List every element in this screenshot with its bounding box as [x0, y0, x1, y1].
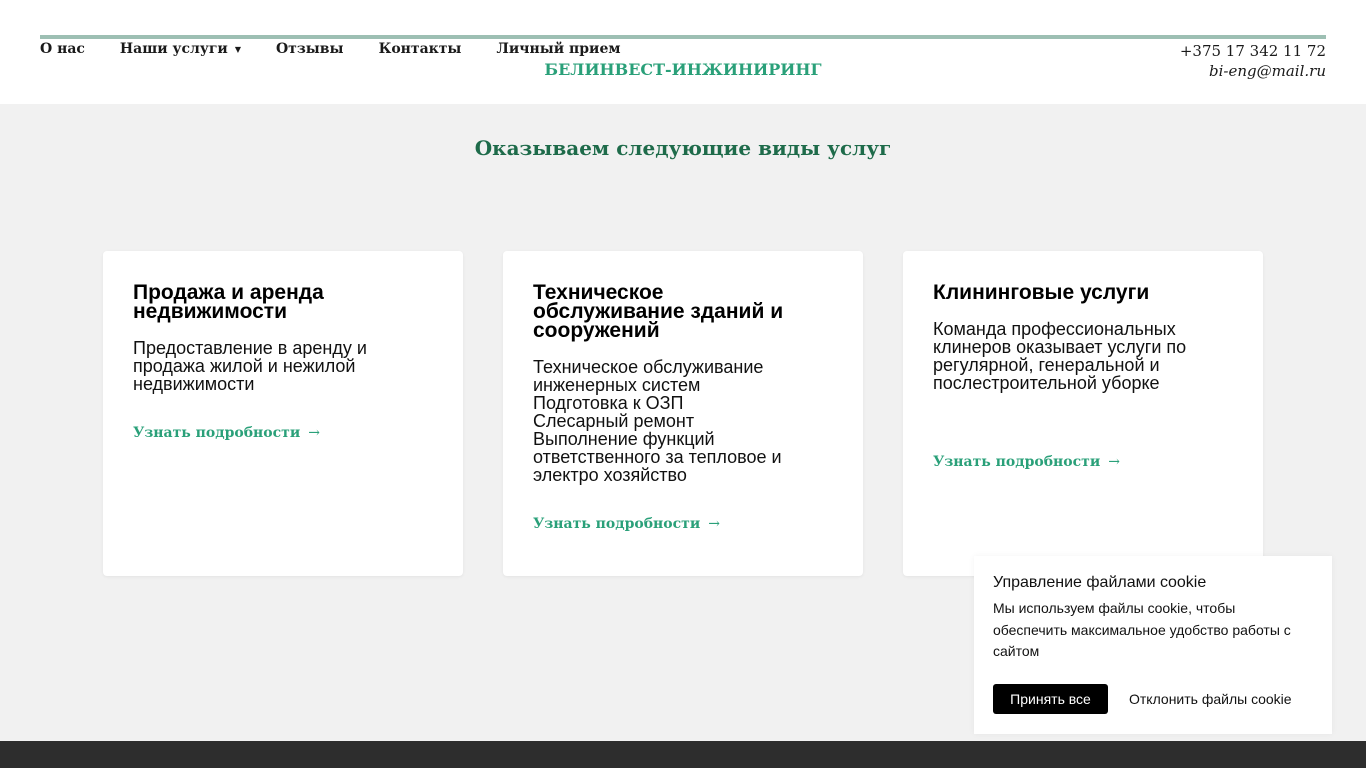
card-desc-line: недвижимости: [133, 374, 255, 394]
card-title: Клининговые услуги: [933, 281, 1233, 304]
site-footer: [0, 741, 1366, 768]
arrow-right-icon: →: [1108, 454, 1120, 470]
nav-item-services[interactable]: Наши услуги ▼: [120, 41, 241, 57]
learn-more-link[interactable]: Узнать подробности →: [933, 454, 1120, 470]
card-desc-line: послестроительной уборке: [933, 373, 1160, 393]
header-accent-line: [40, 35, 1326, 39]
card-desc-line: ответственного за тепловое и: [533, 447, 782, 467]
card-desc-line: клинеров оказывает услуги по: [933, 337, 1187, 357]
services-title: Оказываем следующие виды услуг: [474, 136, 892, 160]
card-title: Продажа и аренда недвижимости: [133, 282, 433, 323]
cookie-title: Управление файлами cookie: [993, 574, 1207, 591]
card-desc-line: Выполнение функций: [533, 429, 715, 449]
cookie-text: Мы используем файлы cookie, чтобы обеспе…: [993, 600, 1291, 659]
card-description: Техническое обслуживание инженерных сист…: [533, 358, 833, 484]
learn-more-link[interactable]: Узнать подробности →: [533, 516, 720, 532]
brand-logo-link[interactable]: БЕЛИНВЕСТ-ИНЖИНИРИНГ: [0, 60, 1366, 79]
cookie-actions: Принять все Отклонить файлы cookie: [993, 684, 1292, 714]
arrow-right-icon: →: [708, 516, 720, 532]
main-nav: О нас Наши услуги ▼ Отзывы Контакты Личны…: [40, 41, 656, 57]
card-desc-line: Подготовка к ОЗП: [533, 393, 684, 413]
link-label: Узнать подробности: [533, 516, 701, 532]
nav-item-personal-reception[interactable]: Личный прием: [496, 41, 620, 57]
decline-cookies-button[interactable]: Отклонить файлы cookie: [1129, 691, 1292, 707]
nav-item-label: Личный прием: [496, 41, 621, 57]
arrow-right-icon: →: [308, 425, 320, 441]
card-desc-line: электро хозяйство: [533, 465, 687, 485]
caret-down-icon: ▼: [234, 44, 241, 54]
card-desc-line: Слесарный ремонт: [533, 411, 695, 431]
site-header: О нас Наши услуги ▼ Отзывы Контакты Личны…: [0, 0, 1366, 104]
card-desc-line: инженерных систем: [533, 375, 701, 395]
learn-more-link[interactable]: Узнать подробности →: [133, 425, 320, 441]
service-card-maintenance: Техническое обслуживание зданий и сооруж…: [503, 251, 863, 576]
nav-item-reviews[interactable]: Отзывы: [276, 41, 344, 57]
service-card-real-estate: Продажа и аренда недвижимости Предоставл…: [103, 251, 463, 576]
card-desc-line: Предоставление в аренду и: [133, 338, 367, 358]
card-desc-line: Техническое обслуживание: [533, 357, 764, 377]
card-title: Техническое обслуживание зданий и сооруж…: [533, 282, 833, 342]
nav-item-label: Отзывы: [275, 41, 344, 57]
link-label: Узнать подробности: [133, 425, 301, 441]
card-description: Команда профессиональных клинеров оказыв…: [933, 320, 1233, 392]
service-card-cleaning: Клининговые услуги Команда профессиональ…: [903, 251, 1263, 576]
phone-link[interactable]: +375 17 342 11 72: [1180, 41, 1326, 61]
card-title-line: сооружений: [533, 319, 660, 342]
card-desc-line: Команда профессиональных: [933, 319, 1176, 339]
card-title-line: Клининговые услуги: [933, 281, 1150, 304]
cookie-banner: Управление файлами cookie Мы используем …: [974, 556, 1332, 734]
accept-all-cookies-button[interactable]: Принять все: [993, 684, 1108, 714]
link-label: Узнать подробности: [933, 454, 1101, 470]
nav-item-contacts[interactable]: Контакты: [379, 41, 462, 57]
nav-item-label: Наши услуги: [119, 41, 228, 57]
card-title-line: недвижимости: [133, 300, 287, 323]
header-contacts: +375 17 342 11 72 bi-eng@mail.ru: [1180, 41, 1326, 81]
email-link[interactable]: bi-eng@mail.ru: [1180, 61, 1326, 81]
card-desc-line: продажа жилой и нежилой: [133, 356, 356, 376]
nav-item-label: Контакты: [378, 41, 462, 57]
card-desc-line: регулярной, генеральной и: [933, 355, 1160, 375]
card-description: Предоставление в аренду и продажа жилой …: [133, 339, 433, 393]
nav-item-label: О нас: [40, 41, 85, 57]
nav-item-about[interactable]: О нас: [40, 41, 85, 57]
